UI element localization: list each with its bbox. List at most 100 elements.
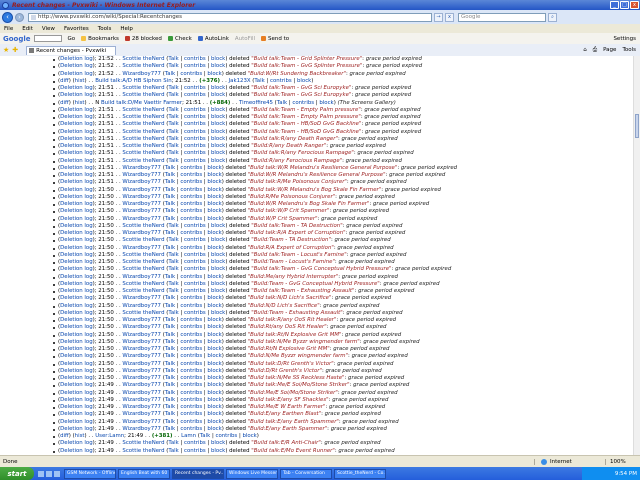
deleted-page-title[interactable]: "Build talk:Team - Empty Palm pressure" [251, 107, 361, 113]
user-link[interactable]: Wizardboy777 [122, 208, 161, 214]
contribs-link[interactable]: contribs [180, 194, 202, 200]
talk-link[interactable]: Talk [165, 165, 175, 171]
talk-link[interactable]: Talk [168, 448, 178, 454]
talk-link[interactable]: Talk [165, 194, 175, 200]
deleted-page-title[interactable]: "Build talk:Team - HB/SoD GvG Backline" [251, 129, 361, 135]
deleted-page-title[interactable]: "Build talk:D/Rt Grenth's Victor" [248, 361, 334, 367]
settings-button[interactable]: Settings [613, 36, 636, 42]
contribs-link[interactable]: contribs [215, 433, 237, 439]
menu-file[interactable]: File [4, 26, 13, 32]
block-link[interactable]: block [297, 78, 311, 84]
print-icon[interactable]: ⎙ [593, 47, 597, 54]
contribs-link[interactable]: contribs [180, 324, 202, 330]
block-link[interactable]: block [211, 150, 225, 156]
deletion-log-link[interactable]: Deletion log [60, 419, 93, 425]
tab-recent-changes[interactable]: Recent changes - Pvxwiki [26, 45, 117, 55]
deletion-log-link[interactable]: Deletion log [60, 288, 93, 294]
deletion-log-link[interactable]: Deletion log [60, 121, 93, 127]
user-link[interactable]: Wizardboy777 [122, 71, 161, 77]
deletion-log-link[interactable]: Deletion log [60, 295, 93, 301]
talk-link[interactable]: Talk [165, 353, 175, 359]
google-go-button[interactable]: Go [68, 36, 76, 42]
talk-link[interactable]: Talk [168, 85, 178, 91]
stop-button[interactable]: x [445, 12, 454, 22]
deleted-page-title[interactable]: "Build talk:R/any Death Ranger" [251, 136, 338, 142]
deletion-log-link[interactable]: Deletion log [60, 223, 93, 229]
autofill-button[interactable]: AutoFill [235, 36, 255, 42]
user-link[interactable]: Wizardboy777 [122, 404, 161, 410]
deleted-page-title[interactable]: "Build talk:Team - Exhausting Assault" [251, 288, 354, 294]
user-link[interactable]: Wizardboy777 [122, 324, 161, 330]
user-link[interactable]: Wizardboy777 [122, 187, 161, 193]
user-link[interactable]: Jak123X [229, 78, 251, 84]
autolink-button[interactable]: AutoLink [197, 36, 229, 42]
contribs-link[interactable]: contribs [180, 230, 202, 236]
block-link[interactable]: block [211, 114, 225, 120]
talk-link[interactable]: Talk [165, 179, 175, 185]
deletion-log-link[interactable]: Deletion log [60, 165, 93, 171]
talk-link[interactable]: Talk [165, 245, 175, 251]
talk-link[interactable]: Talk [165, 397, 175, 403]
user-link[interactable]: Wizardboy777 [122, 411, 161, 417]
user-link[interactable]: Scottie theNerd [122, 440, 164, 446]
contribs-link[interactable]: contribs [184, 143, 206, 149]
start-button[interactable]: start [0, 467, 34, 480]
page-link[interactable]: Build talk:A/D HB Siphon Sin [95, 78, 171, 84]
popup-blocker-button[interactable]: 28 blocked [124, 36, 162, 42]
block-link[interactable]: block [207, 390, 221, 396]
user-link[interactable]: Wizardboy777 [122, 419, 161, 425]
block-link[interactable]: block [207, 353, 221, 359]
deletion-log-link[interactable]: Deletion log [60, 368, 93, 374]
user-link[interactable]: Wizardboy777 [122, 346, 161, 352]
talk-link[interactable]: Talk [165, 208, 175, 214]
deleted-page-title[interactable]: "Build:R/any Ferocious Rampage" [251, 158, 342, 164]
contribs-link[interactable]: contribs [184, 56, 206, 62]
taskbar-button-gsm[interactable]: GSM Network - Offline [64, 468, 116, 479]
deletion-log-link[interactable]: Deletion log [60, 172, 93, 178]
block-link[interactable]: block [207, 404, 221, 410]
contribs-link[interactable]: contribs [180, 208, 202, 214]
block-link[interactable]: block [211, 448, 225, 454]
contribs-link[interactable]: contribs [180, 426, 202, 432]
user-link[interactable]: Wizardboy777 [122, 375, 161, 381]
block-link[interactable]: block [211, 129, 225, 135]
block-link[interactable]: block [211, 281, 225, 287]
block-link[interactable]: block [207, 201, 221, 207]
talk-link[interactable]: Talk [168, 237, 178, 243]
user-link[interactable]: Scottie theNerd [122, 143, 164, 149]
talk-link[interactable]: Talk [165, 404, 175, 410]
block-link[interactable]: block [211, 92, 225, 98]
talk-link[interactable]: Talk [165, 303, 175, 309]
deletion-log-link[interactable]: Deletion log [60, 397, 93, 403]
deleted-page-title[interactable]: "Build:E/any Earthen Blast" [248, 411, 321, 417]
block-link[interactable]: block [207, 419, 221, 425]
page-menu[interactable]: Page [603, 47, 616, 53]
talk-link[interactable]: Talk [200, 433, 210, 439]
deleted-page-title[interactable]: "Build:R/Me Poisonous Conjurer" [248, 194, 336, 200]
contribs-link[interactable]: contribs [180, 274, 202, 280]
deleted-page-title[interactable]: "Build talk:W/R Melandru's Bog Skale Fin… [248, 187, 382, 193]
hist-link[interactable]: hist [75, 78, 85, 84]
contribs-link[interactable]: contribs [184, 107, 206, 113]
contribs-link[interactable]: contribs [180, 303, 202, 309]
block-link[interactable]: block [211, 85, 225, 91]
block-link[interactable]: block [207, 216, 221, 222]
contribs-link[interactable]: contribs [180, 317, 202, 323]
deleted-page-title[interactable]: "Build:R/A Expert of Corruption" [248, 245, 334, 251]
talk-link[interactable]: Talk [168, 266, 178, 272]
block-link[interactable]: block [207, 397, 221, 403]
deleted-page-title[interactable]: "Build:D/Rt Grenth's Victor" [248, 368, 322, 374]
home-icon[interactable]: ⌂ [583, 47, 587, 53]
page-link[interactable]: Build talk:D/Me Vaettir Farmer [101, 100, 182, 106]
talk-link[interactable]: Talk [254, 78, 264, 84]
user-link[interactable]: Wizardboy777 [122, 397, 161, 403]
talk-link[interactable]: Talk [165, 368, 175, 374]
talk-link[interactable]: Talk [165, 317, 175, 323]
user-link[interactable]: Wizardboy777 [122, 179, 161, 185]
block-link[interactable]: block [319, 100, 333, 106]
deleted-page-title[interactable]: "Build talk:Team - GvG Sci Europyke" [251, 92, 351, 98]
user-link[interactable]: Wizardboy777 [122, 230, 161, 236]
talk-link[interactable]: Talk [168, 63, 178, 69]
deleted-page-title[interactable]: "Build:W/R Melandru's Resilience General… [248, 172, 386, 178]
favorites-star-icon[interactable]: ★ [3, 46, 9, 54]
